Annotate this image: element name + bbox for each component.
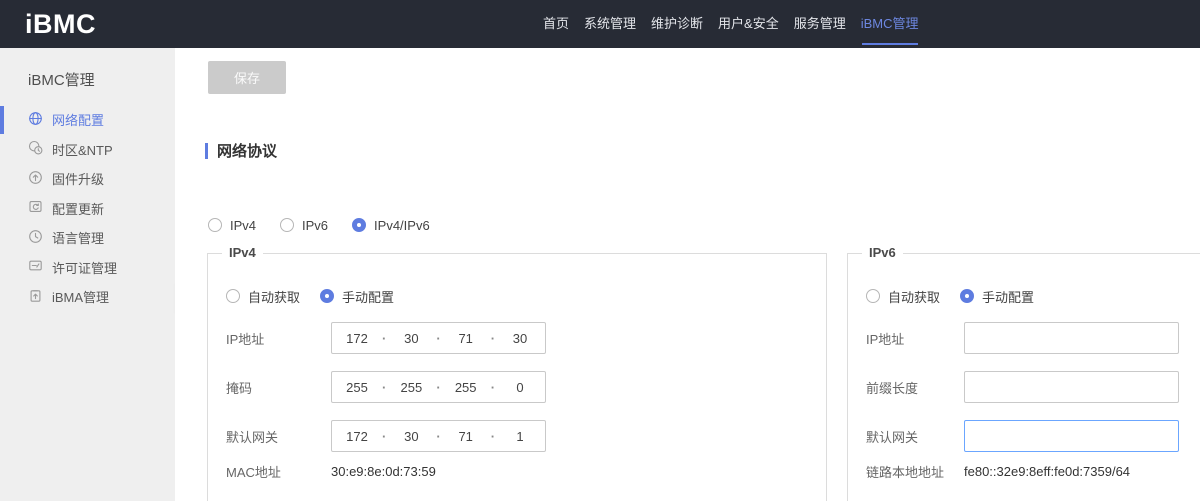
ip-segment[interactable]: 30	[386, 331, 436, 346]
ipv6-fields: IP地址 前缀长度 默认网关 链路本地地址 fe80::32e9:8eff:fe…	[848, 322, 1200, 481]
radio-icon	[226, 289, 240, 303]
ip-segment[interactable]: 30	[495, 331, 545, 346]
section-accent-bar	[205, 143, 208, 159]
sidebar-item-timezone-ntp[interactable]: 时区&NTP	[0, 135, 175, 165]
radio-icon	[866, 289, 880, 303]
ip-segment[interactable]: 0	[495, 380, 545, 395]
radio-ipv6-manual[interactable]: 手动配置	[960, 287, 1034, 306]
section-header: 网络协议	[205, 140, 277, 161]
field-label: IP地址	[226, 329, 331, 348]
sidebar-title: iBMC管理	[0, 48, 175, 90]
ipv6-mode-radio-group: 自动获取 手动配置	[848, 286, 1200, 306]
sidebar-item-label: 语言管理	[52, 228, 104, 247]
ipv6-gateway-input[interactable]	[964, 420, 1179, 452]
field-label: 链路本地地址	[866, 462, 964, 481]
sidebar-item-label: 时区&NTP	[52, 140, 113, 159]
ipv4-ip-address-input[interactable]: 172 30 71 30	[331, 322, 546, 354]
ipv4-gateway-input[interactable]: 172 30 71 1	[331, 420, 546, 452]
ipv6-gateway-row: 默认网关	[848, 420, 1200, 452]
field-label: 前缀长度	[866, 378, 964, 397]
ipv4-netmask-input[interactable]: 255 255 255 0	[331, 371, 546, 403]
app-root: iBMC 首页 系统管理 维护诊断 用户&安全 服务管理 iBMC管理 iBMC…	[0, 0, 1200, 501]
link-local-address-value: fe80::32e9:8eff:fe0d:7359/64	[964, 464, 1130, 479]
field-label: 掩码	[226, 378, 331, 397]
app-logo: iBMC	[25, 0, 96, 48]
ip-segment[interactable]: 30	[386, 429, 436, 444]
protocol-radio-group: IPv4 IPv6 IPv4/IPv6	[208, 215, 430, 235]
sidebar-item-network-config[interactable]: 网络配置	[0, 105, 175, 135]
config-update-icon	[28, 199, 43, 217]
language-icon	[28, 229, 43, 247]
timezone-icon	[28, 140, 43, 158]
ipv4-legend: IPv4	[222, 245, 263, 260]
ipv4-mac-row: MAC地址 30:e9:8e:0d:73:59	[208, 461, 826, 481]
sidebar-item-label: iBMA管理	[52, 287, 109, 306]
ipv4-gateway-row: 默认网关 172 30 71 1	[208, 420, 826, 452]
top-bar: iBMC 首页 系统管理 维护诊断 用户&安全 服务管理 iBMC管理	[0, 0, 1200, 48]
sidebar-item-label: 网络配置	[52, 110, 104, 129]
save-button[interactable]: 保存	[208, 61, 286, 94]
ipv6-link-local-row: 链路本地地址 fe80::32e9:8eff:fe0d:7359/64	[848, 461, 1200, 481]
radio-icon	[320, 289, 334, 303]
ipv4-mode-radio-group: 自动获取 手动配置	[208, 286, 826, 306]
ipv6-prefix-row: 前缀长度	[848, 371, 1200, 403]
ip-segment[interactable]: 172	[332, 429, 382, 444]
ipv4-fields: IP地址 172 30 71 30 掩码 255 255 255 0 默认网关 172 30 7…	[208, 322, 826, 481]
nav-user-security[interactable]: 用户&安全	[718, 0, 779, 48]
radio-icon	[352, 218, 366, 232]
ipv6-legend: IPv6	[862, 245, 903, 260]
radio-ipv6-auto[interactable]: 自动获取	[866, 287, 940, 306]
nav-home[interactable]: 首页	[543, 0, 569, 48]
radio-ipv4-ipv6[interactable]: IPv4/IPv6	[352, 218, 430, 233]
sidebar-item-firmware-upgrade[interactable]: 固件升级	[0, 164, 175, 194]
nav-maintenance-diagnostics[interactable]: 维护诊断	[651, 0, 703, 48]
sidebar-item-config-update[interactable]: 配置更新	[0, 194, 175, 224]
sidebar-item-license-management[interactable]: 许可证管理	[0, 253, 175, 283]
ibma-icon	[28, 288, 43, 306]
nav-system-management[interactable]: 系统管理	[584, 0, 636, 48]
field-label: 默认网关	[226, 427, 331, 446]
ipv4-fieldset: IPv4 自动获取 手动配置 IP地址 172307130	[207, 253, 827, 501]
radio-ipv4[interactable]: IPv4	[208, 218, 256, 233]
ip-segment[interactable]: 1	[495, 429, 545, 444]
radio-ipv6[interactable]: IPv6	[280, 218, 328, 233]
sidebar-item-language-management[interactable]: 语言管理	[0, 223, 175, 253]
ip-segment[interactable]: 255	[386, 380, 436, 395]
radio-icon	[960, 289, 974, 303]
top-nav: 首页 系统管理 维护诊断 用户&安全 服务管理 iBMC管理	[543, 0, 919, 48]
nav-ibmc-management[interactable]: iBMC管理	[861, 0, 919, 48]
ipv4-netmask-row: 掩码 255 255 255 0	[208, 371, 826, 403]
radio-icon	[208, 218, 222, 232]
nav-service-management[interactable]: 服务管理	[794, 0, 846, 48]
ipv6-fieldset: IPv6 自动获取 手动配置 IP地址 前缀长度	[847, 253, 1200, 501]
radio-icon	[280, 218, 294, 232]
ipv6-ip-row: IP地址	[848, 322, 1200, 354]
license-icon	[28, 258, 43, 276]
sidebar-item-label: 配置更新	[52, 199, 104, 218]
sidebar: iBMC管理 网络配置 时区&NTP 固件升级 配置更新 语言管理	[0, 48, 175, 501]
ip-segment[interactable]: 71	[441, 429, 491, 444]
ip-segment[interactable]: 172	[332, 331, 382, 346]
ip-segment[interactable]: 71	[441, 331, 491, 346]
sidebar-item-label: 许可证管理	[52, 258, 117, 277]
ipv4-ip-row: IP地址 172 30 71 30	[208, 322, 826, 354]
main-content: 保存 网络协议 IPv4 IPv6 IPv4/IPv6 IPv4	[175, 48, 1200, 501]
firmware-upgrade-icon	[28, 170, 43, 188]
mac-address-value: 30:e9:8e:0d:73:59	[331, 464, 436, 479]
field-label: 默认网关	[866, 427, 964, 446]
sidebar-item-ibma-management[interactable]: iBMA管理	[0, 282, 175, 312]
ipv6-address-input[interactable]	[964, 322, 1179, 354]
ipv6-prefix-length-input[interactable]	[964, 371, 1179, 403]
ip-segment[interactable]: 255	[441, 380, 491, 395]
globe-icon	[28, 111, 43, 129]
field-label: MAC地址	[226, 462, 331, 481]
section-title: 网络协议	[217, 140, 277, 161]
sidebar-menu: 网络配置 时区&NTP 固件升级 配置更新 语言管理 许可证管理	[0, 105, 175, 312]
field-label: IP地址	[866, 329, 964, 348]
radio-ipv4-auto[interactable]: 自动获取	[226, 287, 300, 306]
radio-ipv4-manual[interactable]: 手动配置	[320, 287, 394, 306]
sidebar-item-label: 固件升级	[52, 169, 104, 188]
ip-segment[interactable]: 255	[332, 380, 382, 395]
